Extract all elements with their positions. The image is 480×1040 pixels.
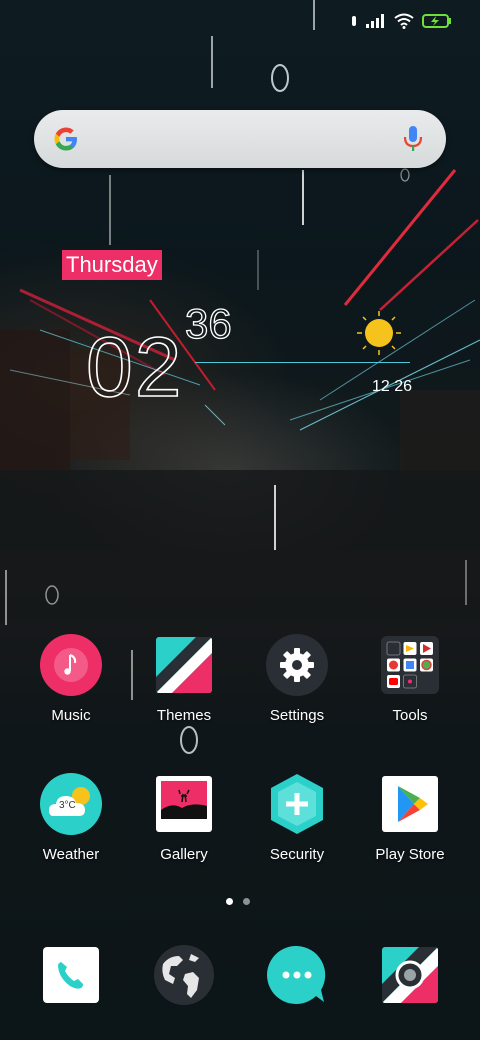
page-dot-active[interactable]	[226, 898, 233, 905]
status-bar	[350, 10, 452, 32]
app-music[interactable]: Music	[15, 633, 127, 724]
page-indicator	[226, 898, 250, 905]
tools-folder-icon	[378, 633, 442, 697]
music-icon	[39, 633, 103, 697]
battery-charging-icon	[422, 14, 451, 28]
gear-icon	[265, 633, 329, 697]
weather-time: 12 26	[372, 378, 413, 395]
google-g-icon	[54, 127, 77, 151]
clock-divider	[195, 362, 410, 363]
browser-globe-icon	[153, 944, 215, 1006]
weather-icon: 3°C	[39, 772, 103, 836]
signal-icon	[366, 14, 384, 28]
microphone-icon[interactable]	[400, 124, 426, 154]
app-weather[interactable]: 3°C Weather	[15, 772, 127, 863]
app-gallery[interactable]: Gallery	[128, 772, 240, 863]
wifi-icon	[394, 13, 414, 29]
sun-icon[interactable]	[356, 310, 402, 356]
app-label: Settings	[269, 707, 325, 724]
day-label: Thursday	[62, 250, 162, 280]
app-label: Security	[269, 846, 325, 863]
app-settings[interactable]: Settings	[241, 633, 353, 724]
themes-icon	[152, 633, 216, 697]
app-label: Tools	[392, 707, 428, 724]
dock-browser[interactable]	[128, 944, 240, 1006]
app-label: Themes	[156, 707, 212, 724]
weather-icon-temp: 3°C	[59, 800, 76, 811]
alarm-icon	[352, 16, 356, 26]
folder-tools[interactable]: Tools	[354, 633, 466, 724]
play-store-icon	[378, 772, 442, 836]
messages-icon	[266, 944, 328, 1006]
dock-camera[interactable]	[354, 944, 466, 1006]
camera-icon	[379, 944, 441, 1006]
security-icon	[265, 772, 329, 836]
app-label: Play Store	[375, 846, 445, 863]
gallery-icon	[152, 772, 216, 836]
clock-hour[interactable]: 02	[85, 324, 183, 410]
phone-icon	[40, 944, 102, 1006]
app-play-store[interactable]: Play Store	[354, 772, 466, 863]
app-security[interactable]: Security	[241, 772, 353, 863]
dock-messages[interactable]	[241, 944, 353, 1006]
dock-phone[interactable]	[15, 944, 127, 1006]
clock-minute[interactable]: 36	[184, 302, 232, 345]
google-search-bar[interactable]	[34, 110, 446, 168]
app-themes[interactable]: Themes	[128, 633, 240, 724]
page-dot[interactable]	[243, 898, 250, 905]
app-label: Gallery	[160, 846, 208, 863]
app-label: Weather	[42, 846, 100, 863]
app-label: Music	[51, 707, 91, 724]
